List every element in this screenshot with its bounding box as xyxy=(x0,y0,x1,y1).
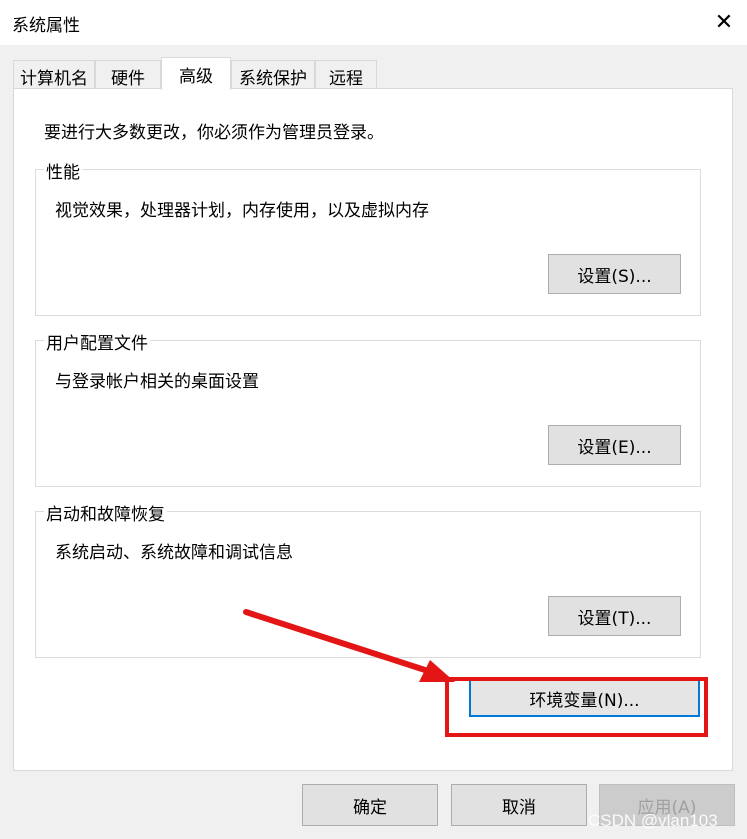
user-profiles-settings-button[interactable]: 设置(E)... xyxy=(548,425,681,465)
startup-recovery-description: 系统启动、系统故障和调试信息 xyxy=(55,543,293,563)
user-profiles-description: 与登录帐户相关的桌面设置 xyxy=(55,372,259,392)
tab-label: 高级 xyxy=(179,67,213,87)
cancel-button[interactable]: 取消 xyxy=(451,784,587,826)
performance-group: 性能 视觉效果，处理器计划，内存使用，以及虚拟内存 设置(S)... xyxy=(35,158,701,316)
tab-system-protection[interactable]: 系统保护 xyxy=(231,60,315,89)
tab-label: 系统保护 xyxy=(239,69,307,89)
close-icon: ✕ xyxy=(714,10,734,35)
window-title: 系统属性 xyxy=(12,16,80,36)
watermark: CSDN @vlan103 xyxy=(588,811,718,830)
tab-label: 计算机名 xyxy=(20,69,88,89)
tab-advanced[interactable]: 高级 xyxy=(161,57,231,90)
tab-remote[interactable]: 远程 xyxy=(315,60,377,89)
startup-recovery-settings-button[interactable]: 设置(T)... xyxy=(548,596,681,636)
admin-notice: 要进行大多数更改，你必须作为管理员登录。 xyxy=(44,123,384,143)
tab-computer-name[interactable]: 计算机名 xyxy=(13,60,95,89)
ok-button[interactable]: 确定 xyxy=(302,784,438,826)
performance-title: 性能 xyxy=(44,158,82,183)
user-profiles-group: 用户配置文件 与登录帐户相关的桌面设置 设置(E)... xyxy=(35,329,701,487)
startup-recovery-title: 启动和故障恢复 xyxy=(44,500,167,525)
advanced-panel: 要进行大多数更改，你必须作为管理员登录。 性能 视觉效果，处理器计划，内存使用，… xyxy=(13,88,733,771)
performance-settings-button[interactable]: 设置(S)... xyxy=(548,254,681,294)
title-bar: 系统属性 ✕ xyxy=(0,0,747,45)
performance-description: 视觉效果，处理器计划，内存使用，以及虚拟内存 xyxy=(55,201,429,221)
tab-hardware[interactable]: 硬件 xyxy=(95,60,161,89)
environment-variables-button[interactable]: 环境变量(N)... xyxy=(469,679,700,717)
tab-label: 远程 xyxy=(329,69,363,89)
tab-label: 硬件 xyxy=(111,69,145,89)
user-profiles-title: 用户配置文件 xyxy=(44,329,150,354)
startup-recovery-group: 启动和故障恢复 系统启动、系统故障和调试信息 设置(T)... xyxy=(35,500,701,658)
close-button[interactable]: ✕ xyxy=(701,0,747,45)
